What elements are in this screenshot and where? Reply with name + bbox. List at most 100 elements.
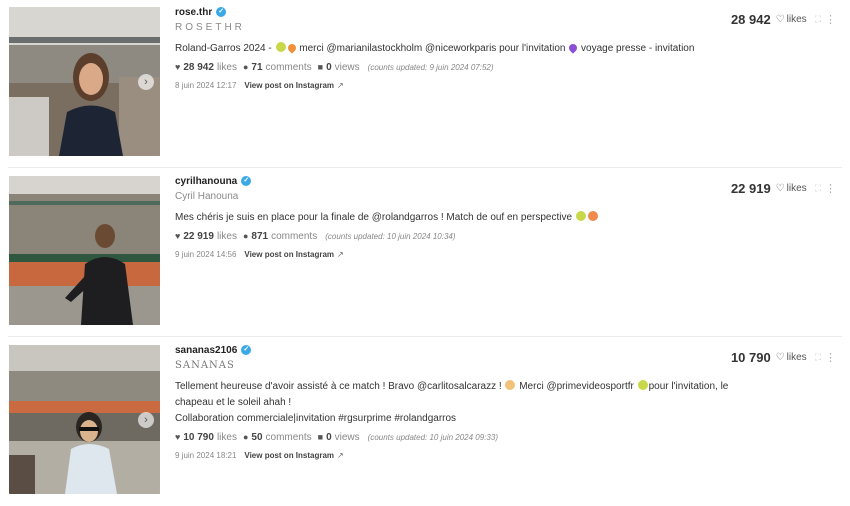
counts-updated: (counts updated: 9 juin 2024 07:52) bbox=[368, 63, 494, 72]
comment-bubble-icon: ● bbox=[242, 62, 249, 72]
tennis-ball-emoji-icon bbox=[575, 211, 586, 221]
heart-icon: ♥ bbox=[175, 62, 181, 72]
orange-heart-emoji-icon bbox=[285, 42, 298, 54]
counts-updated: (counts updated: 10 juin 2024 10:34) bbox=[325, 232, 455, 241]
views-count: 0 bbox=[326, 61, 332, 73]
likes-count: 22 919 bbox=[183, 230, 214, 242]
comments-count: 71 bbox=[251, 61, 263, 73]
external-link-icon[interactable]: ↗ bbox=[337, 81, 344, 90]
expand-icon[interactable]: ⛶ bbox=[815, 183, 821, 194]
post-caption: Mes chéris je suis en place pour la fina… bbox=[175, 210, 735, 226]
username[interactable]: rose.thr bbox=[175, 7, 212, 18]
total-likes-label: likes bbox=[786, 352, 807, 363]
counts-suffix: ) bbox=[490, 62, 494, 72]
views-count: 0 bbox=[326, 431, 332, 443]
caption-text: Collaboration commerciale|invitation #rg… bbox=[175, 413, 457, 424]
username[interactable]: sananas2106 bbox=[175, 345, 237, 356]
more-vertical-icon[interactable]: ⋮ bbox=[825, 351, 836, 364]
heart-outline-icon: ♡ bbox=[775, 352, 785, 363]
clapping-hands-emoji-icon bbox=[505, 380, 516, 390]
view-post-link[interactable]: View post on Instagram bbox=[244, 451, 334, 460]
post-thumbnail[interactable] bbox=[9, 176, 160, 325]
display-name: Cyril Hanouna bbox=[175, 191, 239, 202]
caption-text: voyage presse - invitation bbox=[578, 43, 695, 54]
comments-count: 50 bbox=[251, 431, 263, 443]
heart-icon: ♥ bbox=[175, 432, 181, 442]
post-caption: Tellement heureuse d'avoir assisté à ce … bbox=[175, 379, 735, 427]
total-likes: 28 942 ♡ likes ⛶ ⋮ bbox=[731, 12, 836, 27]
comments-label: comments bbox=[271, 230, 318, 242]
views-label: views bbox=[334, 431, 360, 443]
post-card: › sananas2106 ✓ SANANAS Tellement heureu… bbox=[0, 338, 850, 506]
likes-label: likes bbox=[216, 61, 237, 73]
view-post-link[interactable]: View post on Instagram bbox=[244, 81, 334, 90]
post-photo bbox=[9, 176, 160, 325]
total-likes-label: likes bbox=[786, 183, 807, 194]
caption-text: Roland-Garros 2024 - bbox=[175, 43, 275, 54]
caption-text: Tellement heureuse d'avoir assisté à ce … bbox=[175, 381, 505, 392]
post-card: cyrilhanouna ✓ Cyril Hanouna Mes chéris … bbox=[0, 169, 850, 337]
total-likes-count: 28 942 bbox=[730, 12, 771, 27]
check-badge-icon: ✓ bbox=[241, 176, 252, 186]
post-thumbnail[interactable]: › bbox=[9, 7, 160, 156]
counts-date: 10 juin 2024 09:33 bbox=[429, 432, 496, 442]
post-thumbnail[interactable]: › bbox=[9, 345, 160, 494]
expand-icon[interactable]: ⛶ bbox=[815, 352, 821, 363]
comments-count: 871 bbox=[251, 230, 269, 242]
divider bbox=[8, 167, 842, 168]
total-likes-label: likes bbox=[786, 14, 807, 25]
display-name: ROSETHR bbox=[175, 22, 245, 33]
likes-count: 28 942 bbox=[183, 61, 214, 73]
counts-suffix: ) bbox=[495, 432, 498, 442]
more-vertical-icon[interactable]: ⋮ bbox=[825, 13, 836, 26]
caption-text: Mes chéris je suis en place pour la fina… bbox=[175, 212, 575, 223]
counts-prefix: (counts updated: bbox=[367, 432, 430, 442]
chevron-right-icon[interactable]: › bbox=[138, 411, 154, 428]
post-stats: ♥ 22 919 likes ● 871 comments (counts up… bbox=[175, 229, 735, 243]
check-badge-icon: ✓ bbox=[216, 7, 227, 17]
post-date: 9 juin 2024 14:56 bbox=[175, 249, 237, 259]
comment-bubble-icon: ● bbox=[242, 432, 249, 442]
external-link-icon[interactable]: ↗ bbox=[337, 451, 344, 460]
view-post-link[interactable]: View post on Instagram bbox=[244, 250, 334, 259]
caption-text: merci @marianilastockholm @niceworkparis… bbox=[296, 43, 569, 54]
tennis-ball-emoji-icon bbox=[275, 42, 286, 52]
comments-label: comments bbox=[265, 61, 312, 73]
video-camera-icon: ■ bbox=[317, 62, 324, 72]
comment-bubble-icon: ● bbox=[242, 231, 249, 241]
counts-prefix: (counts updated: bbox=[325, 231, 388, 241]
counts-updated: (counts updated: 10 juin 2024 09:33) bbox=[368, 433, 498, 442]
heart-outline-icon: ♡ bbox=[775, 14, 785, 25]
tennis-ball-emoji-icon bbox=[637, 380, 648, 390]
counts-date: 9 juin 2024 07:52 bbox=[429, 62, 491, 72]
total-likes: 10 790 ♡ likes ⛶ ⋮ bbox=[731, 350, 836, 365]
video-camera-icon: ■ bbox=[317, 432, 324, 442]
post-stats: ♥ 28 942 likes ● 71 comments ■ 0 views (… bbox=[175, 60, 735, 74]
username[interactable]: cyrilhanouna bbox=[175, 176, 237, 187]
chevron-right-icon[interactable]: › bbox=[138, 73, 154, 90]
heart-outline-icon: ♡ bbox=[775, 183, 785, 194]
counts-date: 10 juin 2024 10:34 bbox=[387, 231, 453, 241]
post-stats: ♥ 10 790 likes ● 50 comments ■ 0 views (… bbox=[175, 430, 735, 444]
total-likes-count: 10 790 bbox=[730, 350, 771, 365]
views-label: views bbox=[334, 61, 360, 73]
expand-icon[interactable]: ⛶ bbox=[815, 14, 821, 25]
likes-count: 10 790 bbox=[183, 431, 214, 443]
caption-text: Merci @primevideosportfr bbox=[516, 381, 637, 392]
counts-suffix: ) bbox=[452, 231, 456, 241]
external-link-icon[interactable]: ↗ bbox=[337, 250, 344, 259]
post-caption: Roland-Garros 2024 - merci @marianilasto… bbox=[175, 41, 735, 57]
comments-label: comments bbox=[265, 431, 312, 443]
likes-label: likes bbox=[216, 230, 237, 242]
likes-label: likes bbox=[216, 431, 237, 443]
total-likes-count: 22 919 bbox=[730, 181, 771, 196]
more-vertical-icon[interactable]: ⋮ bbox=[825, 182, 836, 195]
collision-emoji-icon bbox=[587, 211, 598, 221]
post-card: › rose.thr ✓ ROSETHR Roland-Garros 2024 … bbox=[0, 0, 850, 168]
total-likes: 22 919 ♡ likes ⛶ ⋮ bbox=[731, 181, 836, 196]
post-date: 9 juin 2024 18:21 bbox=[175, 450, 237, 460]
post-date: 8 juin 2024 12:17 bbox=[175, 80, 237, 90]
divider bbox=[8, 336, 842, 337]
check-badge-icon: ✓ bbox=[241, 345, 252, 355]
display-name: SANANAS bbox=[175, 360, 235, 371]
